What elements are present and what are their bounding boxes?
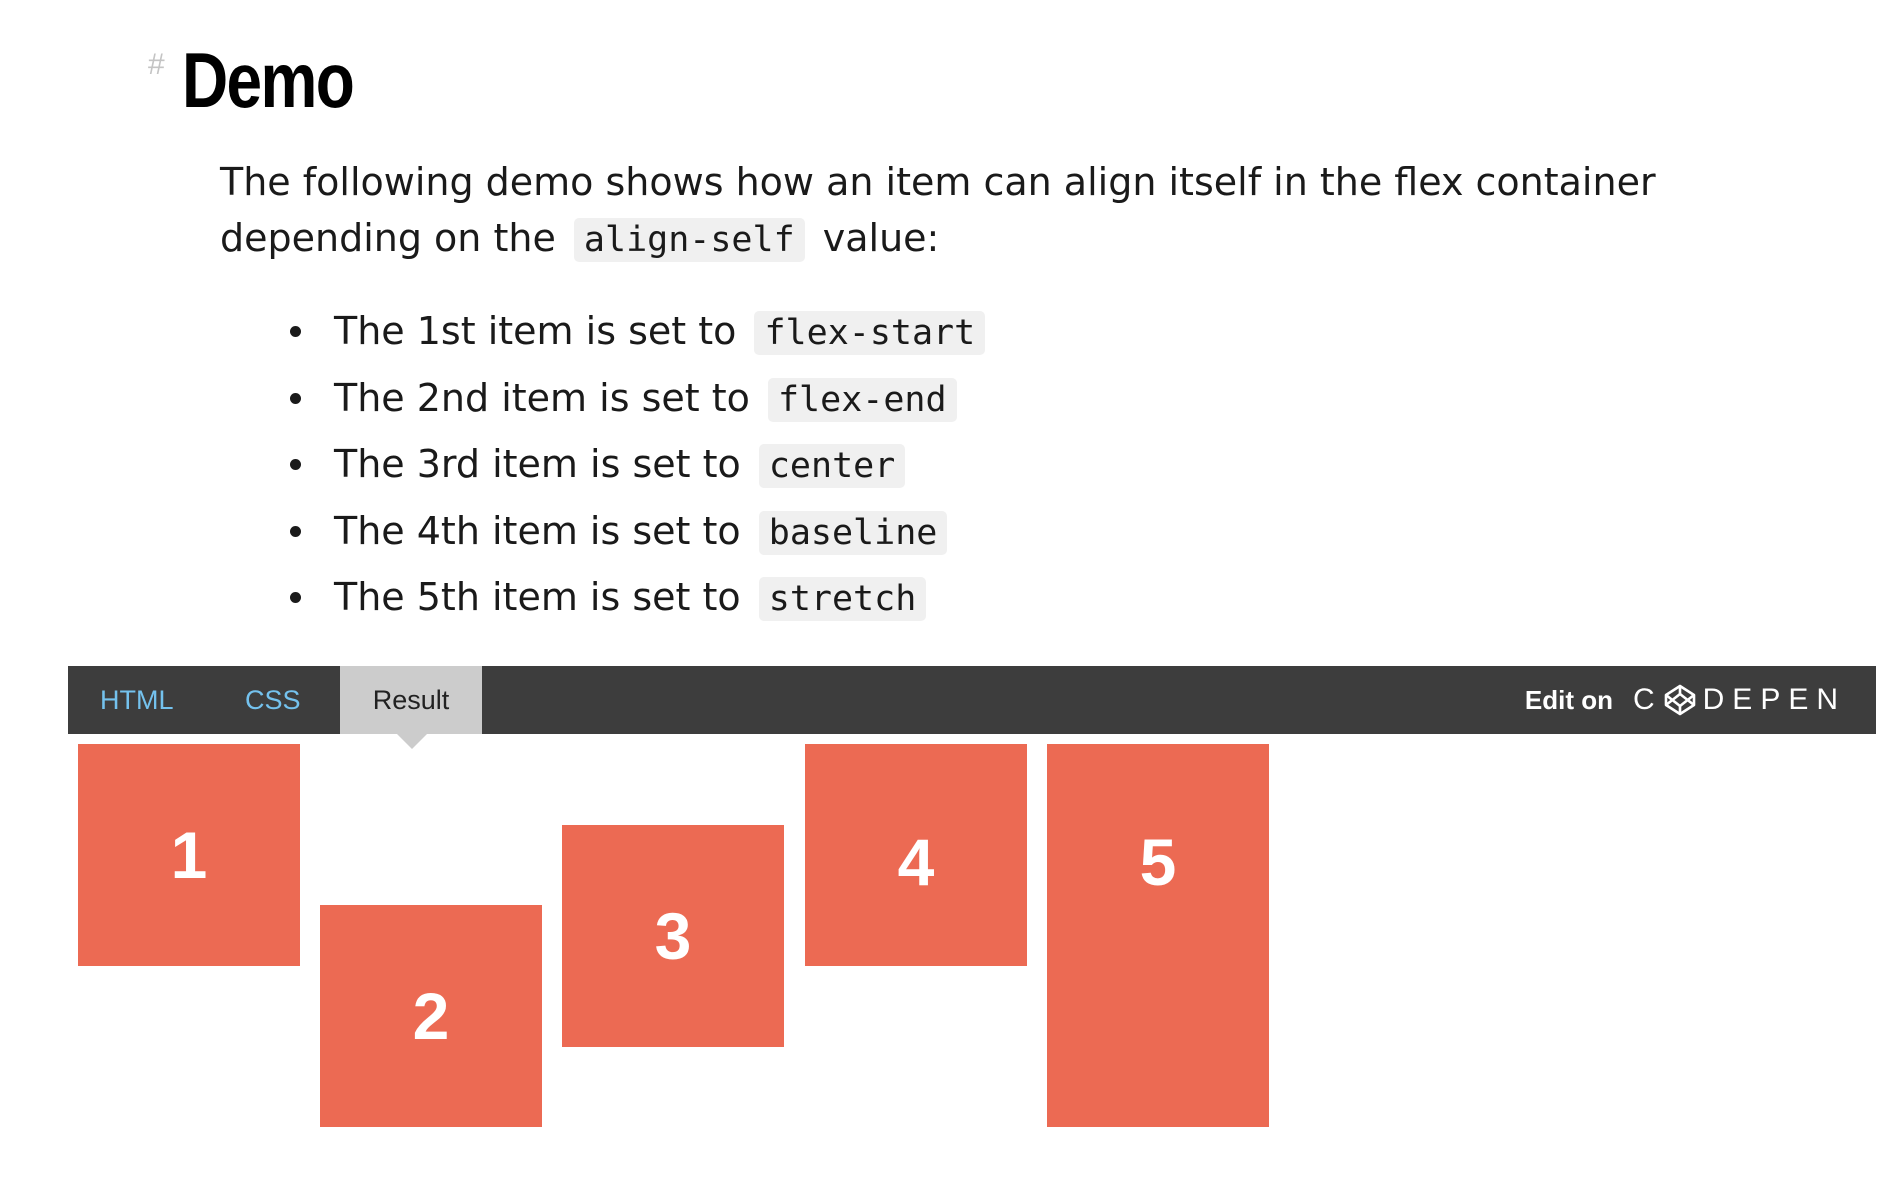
list-item: The 5th item is set to stretch xyxy=(290,564,991,631)
tab-html[interactable]: HTML xyxy=(100,666,174,734)
heading: # Demo xyxy=(148,36,391,124)
codepen-logo: C DEPEN xyxy=(1633,683,1846,717)
list-item-code: baseline xyxy=(758,510,948,555)
flex-item: 4 xyxy=(805,744,1027,966)
codepen-toolbar: HTML CSS Result Edit on C DEPEN xyxy=(68,666,1876,749)
list-item-text: The 2nd item is set to xyxy=(334,375,750,420)
page-title: Demo xyxy=(182,36,355,124)
list-item-text: The 1st item is set to xyxy=(334,309,737,353)
edit-on-label: Edit on xyxy=(1524,684,1613,715)
logo-word: DEPEN xyxy=(1702,683,1846,716)
flex-item: 3 xyxy=(562,825,784,1047)
list-item: The 2nd item is set to flex-end xyxy=(290,365,991,432)
list-item-text: The 3rd item is set to xyxy=(334,442,741,486)
list-item-text: The 4th item is set to xyxy=(334,508,741,553)
flex-item: 5 xyxy=(1047,744,1269,1127)
list-item: The 1st item is set to flex-start xyxy=(290,298,991,365)
codepen-cube-icon xyxy=(1664,684,1695,716)
list-item: The 3rd item is set to center xyxy=(290,431,991,498)
result-pane: 1 2 3 4 5 xyxy=(68,734,1876,1134)
bullet-icon xyxy=(290,525,301,537)
list-item-code: flex-end xyxy=(767,377,957,422)
logo-letter: C xyxy=(1632,683,1663,716)
bullet-icon xyxy=(290,326,301,337)
heading-anchor-link[interactable]: # xyxy=(148,48,165,82)
intro-paragraph: The following demo shows how an item can… xyxy=(220,154,1720,268)
list-item-code: center xyxy=(758,444,906,488)
edit-on-codepen-link[interactable]: Edit on C DEPEN xyxy=(1525,666,1846,734)
tab-result[interactable]: Result xyxy=(340,666,482,734)
intro-text-end: value: xyxy=(822,216,940,260)
tab-css[interactable]: CSS xyxy=(245,666,301,734)
list-item-code: stretch xyxy=(758,577,927,621)
bullet-icon xyxy=(290,392,301,404)
flex-item: 2 xyxy=(320,905,542,1127)
align-self-list: The 1st item is set to flex-start The 2n… xyxy=(290,298,991,631)
list-item-code: flex-start xyxy=(754,311,986,355)
flex-item: 1 xyxy=(78,744,300,966)
bullet-icon xyxy=(290,459,301,470)
intro-code: align-self xyxy=(573,218,805,262)
list-item-text: The 5th item is set to xyxy=(334,575,741,619)
list-item: The 4th item is set to baseline xyxy=(290,498,991,565)
bullet-icon xyxy=(290,592,301,603)
